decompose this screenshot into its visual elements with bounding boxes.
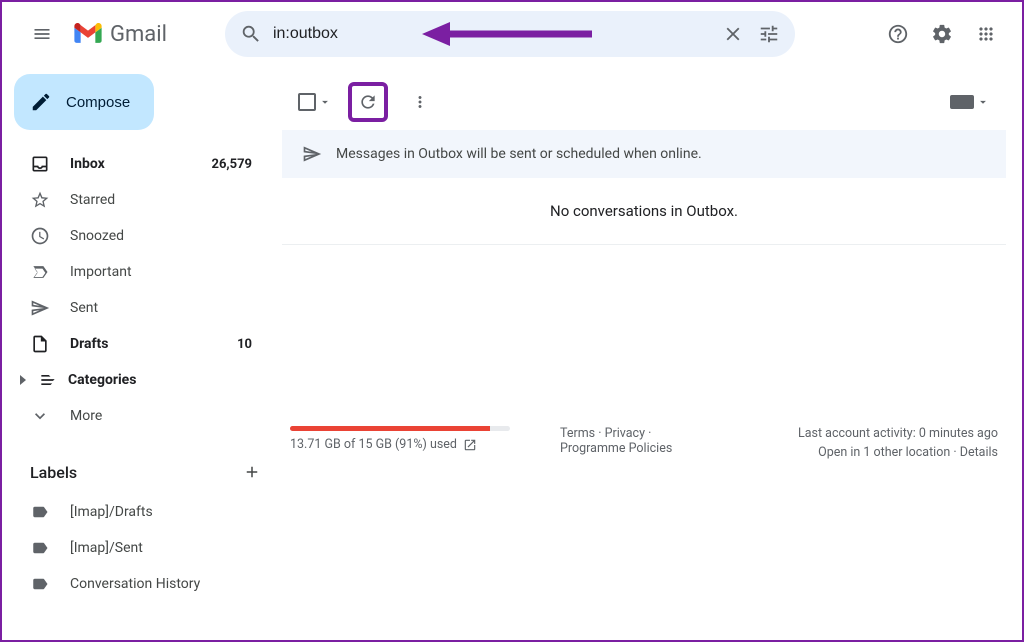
nav-label: Categories <box>68 372 258 388</box>
label-icon <box>30 538 50 558</box>
label-text: Conversation History <box>70 576 258 592</box>
compose-label: Compose <box>66 94 130 111</box>
sidebar-item-drafts[interactable]: Drafts 10 <box>2 326 270 362</box>
search-bar <box>225 11 795 57</box>
nav-label: Sent <box>70 300 258 316</box>
plus-icon <box>243 463 261 481</box>
empty-message: No conversations in Outbox. <box>282 178 1006 245</box>
search-icon <box>240 23 262 45</box>
compose-button[interactable]: Compose <box>14 74 154 130</box>
refresh-highlight <box>348 82 388 122</box>
clear-search-button[interactable] <box>715 16 751 52</box>
header: Gmail <box>2 2 1022 66</box>
close-icon <box>722 23 744 45</box>
sidebar: Compose Inbox 26,579 Starred Snoozed Imp… <box>2 66 282 640</box>
send-icon <box>302 144 322 164</box>
sidebar-item-sent[interactable]: Sent <box>2 290 270 326</box>
send-icon <box>30 298 50 318</box>
gmail-logo-icon <box>74 23 102 45</box>
storage-fill <box>290 426 490 431</box>
more-vert-icon <box>411 93 429 111</box>
footer-links: Terms · Privacy · Programme Policies <box>560 426 698 460</box>
important-icon <box>30 262 50 282</box>
select-all-checkbox[interactable] <box>298 93 332 111</box>
apps-icon <box>976 24 996 44</box>
nav-label: Snoozed <box>70 228 258 244</box>
label-text: [Imap]/Drafts <box>70 504 258 520</box>
pencil-icon <box>30 91 52 113</box>
open-location-link[interactable]: Open in 1 other location <box>818 445 950 460</box>
inbox-icon <box>30 154 50 174</box>
nav-label: Inbox <box>70 156 192 172</box>
main-menu-button[interactable] <box>18 10 66 58</box>
caret-right-icon <box>20 375 28 385</box>
help-icon <box>887 23 909 45</box>
activity-text: Last account activity: 0 minutes ago <box>738 426 998 441</box>
support-button[interactable] <box>878 14 918 54</box>
search-input[interactable] <box>269 25 715 43</box>
settings-button[interactable] <box>922 14 962 54</box>
sidebar-item-categories[interactable]: Categories <box>2 362 270 398</box>
label-icon <box>30 502 50 522</box>
outbox-banner: Messages in Outbox will be sent or sched… <box>282 130 1006 178</box>
nav-label: Starred <box>70 192 258 208</box>
programme-link[interactable]: Programme Policies <box>560 441 672 456</box>
more-actions-button[interactable] <box>404 86 436 118</box>
file-icon <box>30 334 50 354</box>
categories-icon <box>38 370 58 390</box>
search-button[interactable] <box>233 16 269 52</box>
labels-header: Labels <box>2 434 282 494</box>
add-label-button[interactable] <box>238 458 266 486</box>
gmail-brand-text: Gmail <box>110 22 167 47</box>
search-options-button[interactable] <box>751 16 787 52</box>
nav-count: 26,579 <box>212 157 253 172</box>
keyboard-icon <box>950 95 974 109</box>
details-link[interactable]: Details <box>960 445 998 460</box>
nav-label: Important <box>70 264 258 280</box>
sidebar-item-inbox[interactable]: Inbox 26,579 <box>2 146 270 182</box>
storage-bar <box>290 426 510 431</box>
toolbar <box>282 74 1006 130</box>
labels-title: Labels <box>30 463 77 482</box>
hamburger-icon <box>32 24 52 44</box>
tune-icon <box>758 23 780 45</box>
label-item[interactable]: [Imap]/Sent <box>2 530 270 566</box>
refresh-icon <box>358 92 378 112</box>
expand-icon <box>30 406 50 426</box>
label-text: [Imap]/Sent <box>70 540 258 556</box>
label-icon <box>30 574 50 594</box>
nav-count: 10 <box>237 337 252 352</box>
gear-icon <box>931 23 953 45</box>
chevron-down-icon <box>976 95 990 109</box>
checkbox-icon <box>298 93 316 111</box>
sidebar-item-more[interactable]: More <box>2 398 270 434</box>
content: Messages in Outbox will be sent or sched… <box>282 66 1022 640</box>
footer-activity: Last account activity: 0 minutes ago Ope… <box>738 426 998 460</box>
apps-button[interactable] <box>966 14 1006 54</box>
header-right <box>878 14 1006 54</box>
clock-icon <box>30 226 50 246</box>
open-in-new-icon[interactable] <box>463 438 477 452</box>
privacy-link[interactable]: Privacy <box>605 426 645 441</box>
sidebar-item-snoozed[interactable]: Snoozed <box>2 218 270 254</box>
sidebar-item-important[interactable]: Important <box>2 254 270 290</box>
terms-link[interactable]: Terms <box>560 426 595 441</box>
refresh-button[interactable] <box>354 88 382 116</box>
main: Compose Inbox 26,579 Starred Snoozed Imp… <box>2 66 1022 640</box>
input-tools-button[interactable] <box>950 95 990 109</box>
banner-text: Messages in Outbox will be sent or sched… <box>336 146 702 162</box>
sidebar-item-starred[interactable]: Starred <box>2 182 270 218</box>
footer: 13.71 GB of 15 GB (91%) used Terms · Pri… <box>282 410 1006 640</box>
nav-label: More <box>70 408 258 424</box>
storage-text: 13.71 GB of 15 GB (91%) used <box>290 437 457 452</box>
chevron-down-icon <box>318 95 332 109</box>
gmail-logo-wrap[interactable]: Gmail <box>74 22 167 47</box>
star-icon <box>30 190 50 210</box>
label-item[interactable]: Conversation History <box>2 566 270 602</box>
nav-label: Drafts <box>70 336 217 352</box>
label-item[interactable]: [Imap]/Drafts <box>2 494 270 530</box>
footer-storage: 13.71 GB of 15 GB (91%) used <box>290 426 520 460</box>
